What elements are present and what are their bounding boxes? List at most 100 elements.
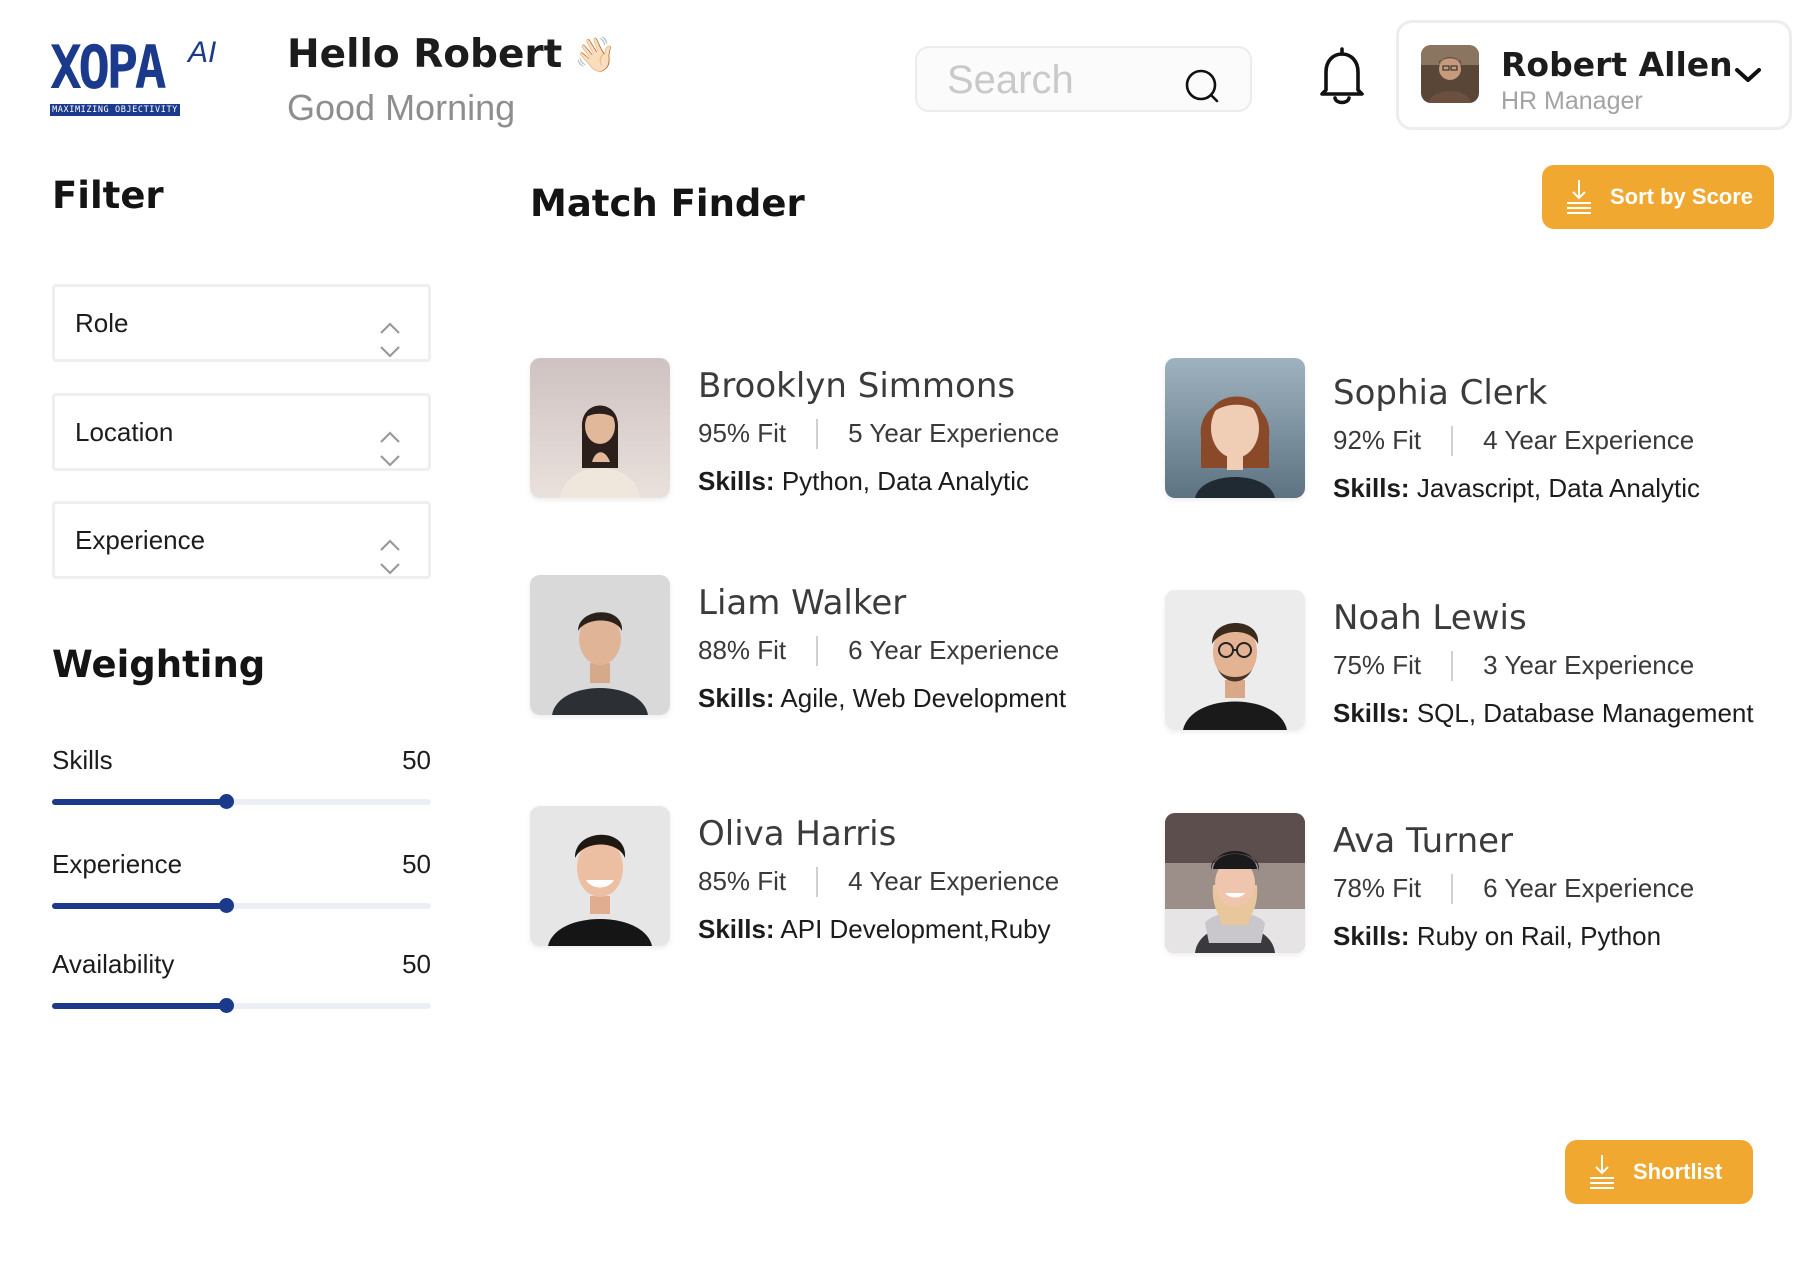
candidate-card[interactable]: Ava Turner 78% Fit 6 Year Experience Ski… [1165,813,1785,953]
sort-arrows-icon [380,322,400,358]
candidate-fit: 85% Fit [698,866,787,896]
candidate-meta: 78% Fit 6 Year Experience [1333,873,1694,904]
meta-divider [816,635,819,666]
candidate-fit: 92% Fit [1333,425,1422,455]
sort-button-label: Sort by Score [1610,184,1754,209]
skills-value: Ruby on Rail, Python [1416,921,1662,951]
candidate-meta: 75% Fit 3 Year Experience [1333,650,1694,681]
skills-slider[interactable] [52,794,431,810]
meta-divider [816,866,819,897]
candidate-name: Liam Walker [698,583,907,623]
candidate-experience: 5 Year Experience [848,418,1060,448]
candidate-photo [1165,358,1305,498]
candidate-experience: 4 Year Experience [848,866,1060,896]
search-input[interactable] [947,54,1177,106]
skills-label: Skills: [1333,698,1410,728]
candidate-card[interactable]: Oliva Harris 85% Fit 4 Year Experience S… [530,806,1150,946]
candidate-fit: 78% Fit [1333,873,1422,903]
weighting-heading: Weighting [52,643,266,686]
brand-logo[interactable]: XOPA AI MAXIMIZING OBJECTIVITY [50,33,220,120]
user-profile-menu[interactable]: Robert Allen HR Manager [1396,20,1792,130]
candidate-card[interactable]: Brooklyn Simmons 95% Fit 5 Year Experien… [530,358,1150,498]
candidate-name: Brooklyn Simmons [698,366,1016,406]
sort-arrows-icon [380,431,400,467]
weight-label-skills: Skills [52,745,113,775]
sort-arrows-icon [380,539,400,575]
meta-divider [816,418,819,449]
candidate-name: Sophia Clerk [1333,373,1548,413]
user-role: HR Manager [1501,87,1643,115]
candidate-skills: Skills: Python, Data Analytic [698,466,1029,497]
sort-by-score-button[interactable]: Sort by Score [1542,165,1774,229]
candidate-photo [530,575,670,715]
meta-divider [1451,873,1454,904]
wave-icon: 👋🏻 [574,34,617,75]
logo-tagline: MAXIMIZING OBJECTIVITY [50,104,180,116]
location-select[interactable]: Location [52,393,431,471]
candidate-fit: 75% Fit [1333,650,1422,680]
skills-value: SQL, Database Management [1416,698,1754,728]
meta-divider [1451,425,1454,456]
slider-fill [52,903,227,909]
candidate-card[interactable]: Sophia Clerk 92% Fit 4 Year Experience S… [1165,358,1785,503]
skills-value: API Development,Ruby [780,914,1051,944]
candidate-meta: 92% Fit 4 Year Experience [1333,425,1694,456]
candidate-name: Noah Lewis [1333,598,1527,638]
availability-slider[interactable] [52,998,431,1014]
candidate-skills: Skills: Javascript, Data Analytic [1333,473,1700,504]
candidate-experience: 4 Year Experience [1483,425,1695,455]
download-icon [1567,180,1591,214]
notification-bell-icon[interactable] [1316,46,1368,108]
select-label-location: Location [75,417,174,447]
candidate-photo [530,806,670,946]
logo-wordmark: XOPA [50,33,167,103]
candidate-skills: Skills: Ruby on Rail, Python [1333,921,1661,952]
candidate-photo [1165,813,1305,953]
slider-fill [52,799,227,805]
skills-value: Python, Data Analytic [781,466,1029,496]
candidate-meta: 85% Fit 4 Year Experience [698,866,1059,897]
candidate-skills: Skills: Agile, Web Development [698,683,1066,714]
skills-label: Skills: [698,914,775,944]
candidate-experience: 6 Year Experience [848,635,1060,665]
greeting-subtitle: Good Morning [287,87,516,128]
experience-slider[interactable] [52,898,431,914]
logo-superscript: AI [188,36,217,69]
candidate-card[interactable]: Liam Walker 88% Fit 6 Year Experience Sk… [530,575,1150,715]
search-icon[interactable] [1184,68,1220,104]
candidate-skills: Skills: SQL, Database Management [1333,698,1754,729]
select-label-role: Role [75,308,129,338]
candidate-card[interactable]: Noah Lewis 75% Fit 3 Year Experience Ski… [1165,590,1785,730]
shortlist-button-label: Shortlist [1633,1159,1723,1184]
role-select[interactable]: Role [52,284,431,362]
search-box[interactable] [915,46,1252,112]
meta-divider [1451,650,1454,681]
candidate-experience: 3 Year Experience [1483,650,1695,680]
weight-label-availability: Availability [52,949,175,979]
weight-value-experience: 50 [402,849,431,879]
download-icon [1590,1155,1614,1189]
user-name: Robert Allen [1501,45,1733,84]
slider-thumb[interactable] [219,998,235,1013]
chevron-down-icon[interactable] [1733,65,1763,85]
greeting-title: Hello Robert 👋🏻 [287,32,617,77]
skills-label: Skills: [1333,473,1410,503]
avatar [1421,45,1479,103]
candidate-photo [530,358,670,498]
select-label-experience: Experience [75,525,206,555]
candidate-photo [1165,590,1305,730]
slider-fill [52,1003,227,1009]
candidate-fit: 95% Fit [698,418,787,448]
candidate-experience: 6 Year Experience [1483,873,1695,903]
skills-label: Skills: [698,683,775,713]
shortlist-button[interactable]: Shortlist [1565,1140,1753,1204]
skills-value: Javascript, Data Analytic [1416,473,1701,503]
slider-thumb[interactable] [219,794,235,809]
match-finder-heading: Match Finder [530,182,805,225]
weight-value-skills: 50 [402,745,431,775]
experience-select[interactable]: Experience [52,501,431,579]
filter-heading: Filter [52,174,164,217]
weight-label-experience: Experience [52,849,183,879]
slider-thumb[interactable] [219,898,235,913]
greeting-block: Hello Robert 👋🏻 Good Morning [287,32,617,129]
